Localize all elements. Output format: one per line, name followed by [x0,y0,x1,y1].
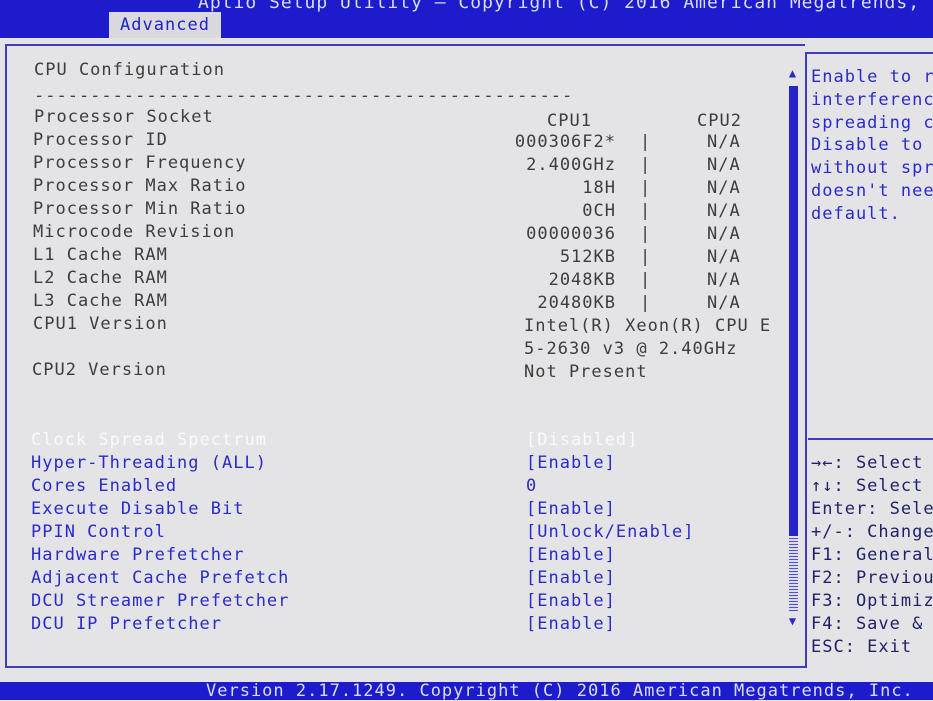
info-row-cpu2: N/A [707,201,741,221]
info-row-separator: | [640,178,652,198]
section-separator: ----------------------------------------… [34,86,574,106]
cpu1-version-label: CPU1 Version [33,314,168,334]
key-hint: ↑↓: Select [811,476,924,496]
info-row-label: L2 Cache RAM [33,268,168,288]
info-row-cpu1: 000306F2* [514,132,616,152]
info-row-cpu2: N/A [707,293,741,313]
cpu1-version-value-line1: Intel(R) Xeon(R) CPU E [524,316,772,336]
setting-value[interactable]: [Enable] [526,591,616,611]
setting-label[interactable]: Hardware Prefetcher [31,545,244,565]
help-line: Enable to r [811,67,933,87]
help-line: without spr [811,158,933,179]
cpu1-column-header: CPU1 [547,111,592,131]
setting-value[interactable]: [Unlock/Enable] [526,522,695,542]
help-line: interferenc [811,89,933,110]
help-line: doesn't nee [811,181,933,201]
setting-label[interactable]: DCU IP Prefetcher [31,614,222,634]
scrollbar-thumb[interactable] [789,86,798,536]
info-row-separator: | [640,132,652,152]
scrollbar-track[interactable] [789,538,798,612]
info-row-cpu1: 2.400GHz [526,155,616,175]
help-line: spreading c [811,112,933,133]
setting-value[interactable]: [Enable] [526,453,616,473]
footer-text: Version 2.17.1249. Copyright (C) 2016 Am… [206,681,914,701]
key-hint: Enter: Sele [811,499,933,519]
info-row-separator: | [640,155,652,175]
info-row-cpu1: 0CH [582,201,616,221]
info-row-cpu1: 20480KB [537,293,616,313]
setting-label[interactable]: Clock Spread Spectrum [31,430,267,450]
processor-socket-label: Processor Socket [34,107,214,127]
info-row-label: Processor Min Ratio [33,199,247,219]
info-row-label: Microcode Revision [33,222,236,242]
scroll-up-icon[interactable]: ▲ [786,66,800,80]
setting-label[interactable]: Cores Enabled [31,476,177,496]
info-row-cpu2: N/A [707,270,741,290]
key-hint: F1: General [811,545,933,565]
info-row-cpu1: 512KB [559,247,616,267]
info-row-label: Processor Max Ratio [33,176,247,196]
info-row-cpu1: 00000036 [526,224,616,244]
key-hint: →←: Select [811,453,924,473]
setting-value[interactable]: [Enable] [526,568,616,588]
info-row-label: L3 Cache RAM [33,291,168,311]
info-row-label: L1 Cache RAM [33,245,168,265]
info-row-separator: | [640,224,652,244]
info-row-label: Processor Frequency [33,153,247,173]
key-hint: F2: Previou [811,568,933,588]
info-row-separator: | [640,247,652,267]
key-hint: +/-: Change [811,522,933,542]
cpu1-version-value-line2: 5-2630 v3 @ 2.40GHz [524,339,738,359]
setting-label[interactable]: DCU Streamer Prefetcher [31,591,289,611]
info-row-cpu2: N/A [707,178,741,198]
key-hint: F4: Save & [811,614,924,634]
info-row-label: Processor ID [33,130,168,150]
info-row-cpu1: 2048KB [548,270,616,290]
help-line: Disable to [811,135,924,156]
info-row-cpu1: 18H [582,178,616,198]
cpu2-version-label: CPU2 Version [32,360,167,380]
scroll-down-icon[interactable]: ▼ [786,614,800,628]
key-hint: ESC: Exit [811,637,913,657]
info-row-cpu2: N/A [707,132,741,152]
setting-value[interactable]: [Enable] [526,499,616,519]
info-row-cpu2: N/A [707,247,741,267]
setting-value[interactable]: [Enable] [526,614,616,634]
key-hint: F3: Optimiz [811,591,933,611]
setting-label[interactable]: Adjacent Cache Prefetch [31,568,289,588]
info-row-separator: | [640,270,652,290]
setting-value[interactable]: [Enable] [526,545,616,565]
info-row-separator: | [640,293,652,313]
info-row-separator: | [640,201,652,221]
cpu2-version-value: Not Present [524,362,648,382]
cpu2-column-header: CPU2 [697,111,742,131]
help-line: default. [811,203,901,224]
help-divider [808,438,933,440]
setting-label[interactable]: PPIN Control [31,522,166,542]
tab-advanced[interactable]: Advanced [109,12,221,38]
section-title: CPU Configuration [34,60,225,80]
info-row-cpu2: N/A [707,224,741,244]
setting-value[interactable]: 0 [526,476,537,496]
window-title: Aptio Setup Utility – Copyright (C) 2016… [198,0,933,13]
setting-label[interactable]: Execute Disable Bit [31,499,244,519]
setting-value[interactable]: [Disabled] [526,430,638,450]
setting-label[interactable]: Hyper-Threading (ALL) [31,453,267,473]
info-row-cpu2: N/A [707,155,741,175]
